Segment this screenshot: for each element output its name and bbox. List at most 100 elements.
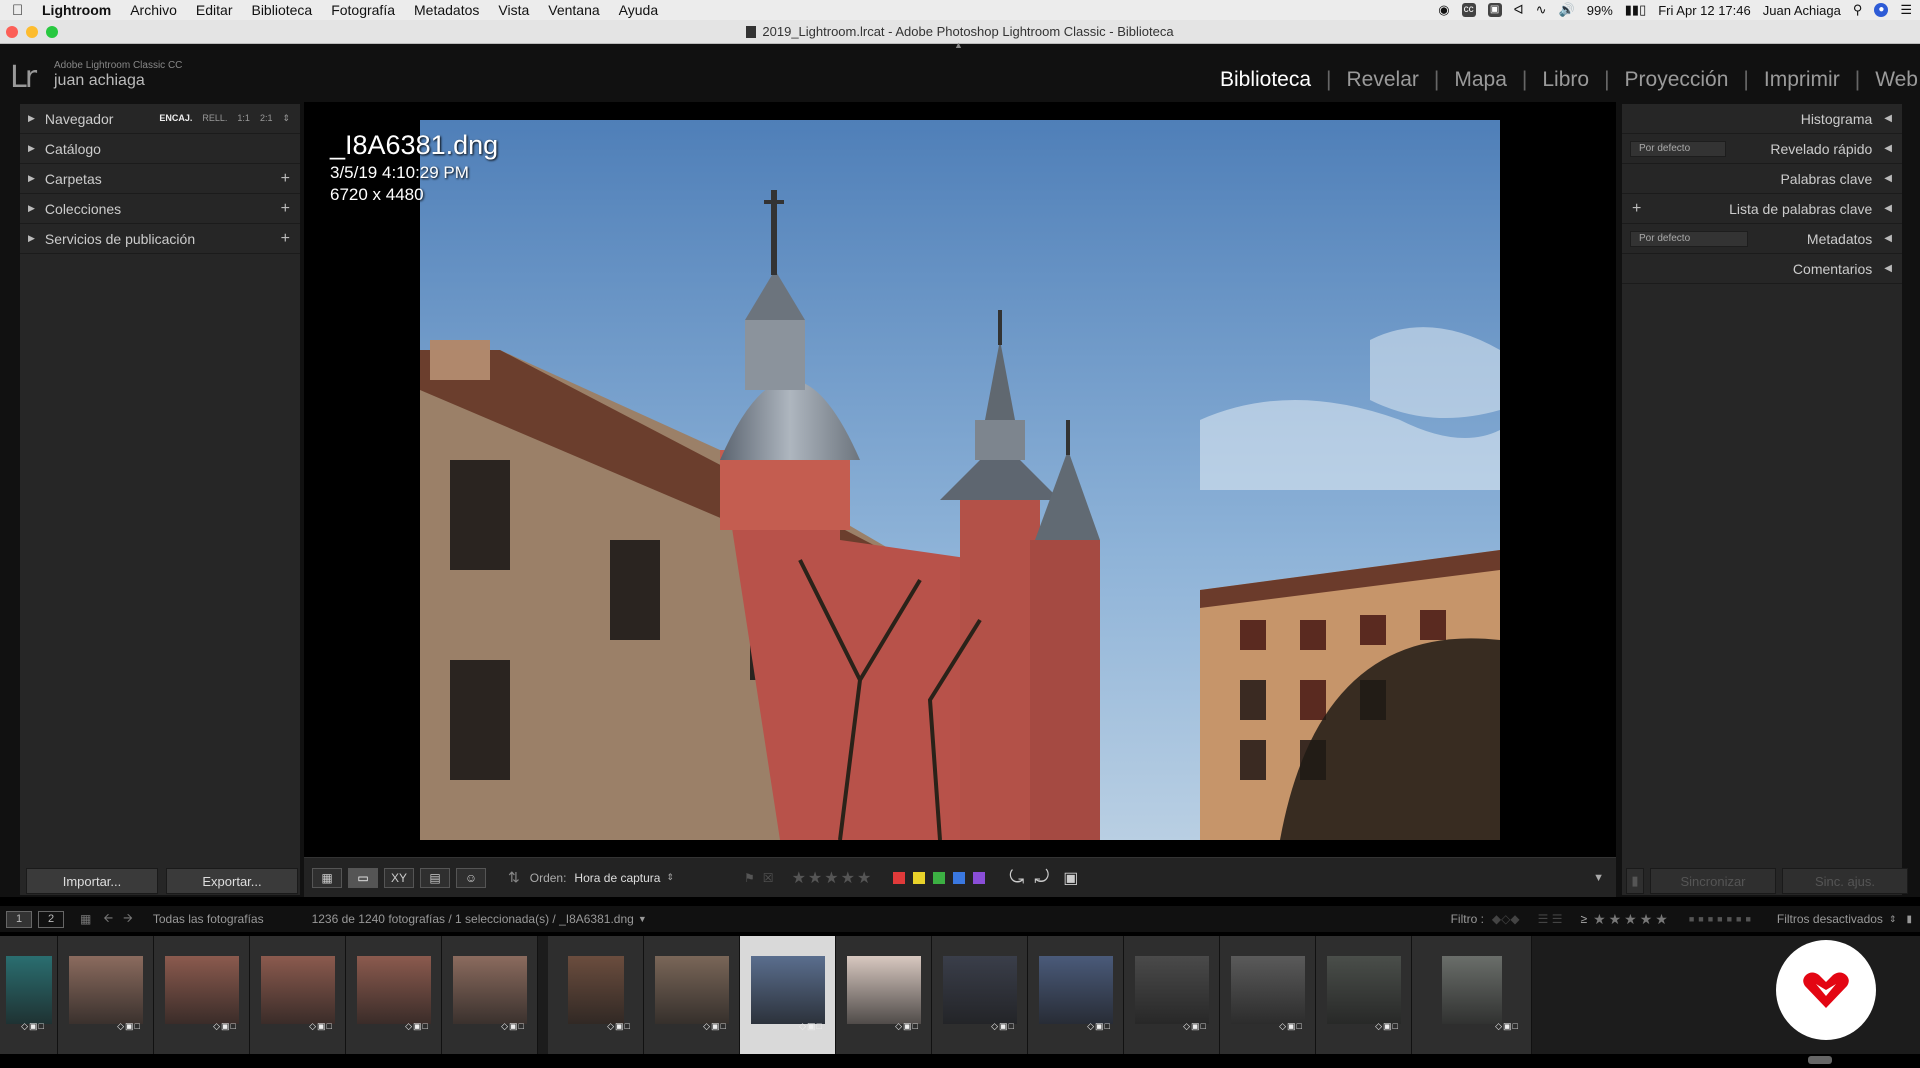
back-arrow-icon[interactable]: 🡨 [103, 909, 113, 930]
survey-view-icon[interactable]: ▤ [420, 867, 450, 888]
filter-status-select[interactable]: Filtros desactivados [1777, 912, 1883, 926]
flag-pick-icon[interactable]: ⚑ [744, 871, 755, 885]
collapse-triangle-icon[interactable]: ◀ [1884, 233, 1892, 244]
zoom-window-button[interactable] [46, 26, 58, 38]
edit-filter-icons[interactable]: ☰ ☰ [1538, 912, 1563, 926]
grid-view-icon[interactable]: ▦ [312, 867, 342, 888]
import-button[interactable]: Importar... [26, 868, 158, 894]
flag-reject-icon[interactable]: ☒ [763, 871, 774, 885]
color-label-yellow[interactable] [913, 871, 926, 884]
filmstrip-thumbnail[interactable]: ◇▣□ [250, 936, 346, 1054]
sync-settings-button[interactable]: Sinc. ajus. [1782, 868, 1908, 894]
filmstrip-thumbnail[interactable]: ◇▣□ [1412, 936, 1532, 1054]
expand-triangle-icon[interactable]: ▶ [28, 143, 35, 154]
comments-section[interactable]: Comentarios ◀ [1622, 254, 1902, 284]
sort-chevron-icon[interactable]: ⇕ [666, 872, 674, 883]
spotlight-search-icon[interactable]: ⚲ [1853, 2, 1863, 18]
expand-triangle-icon[interactable]: ▶ [28, 173, 35, 184]
bluetooth-icon[interactable]: ᐊ [1514, 2, 1524, 18]
filmstrip-thumbnail[interactable]: ◇▣□ [644, 936, 740, 1054]
filmstrip-thumbnail[interactable]: ◇▣□ [1124, 936, 1220, 1054]
menu-biblioteca[interactable]: Biblioteca [251, 2, 312, 18]
filter-lock-icon[interactable]: ▮ [1906, 914, 1912, 925]
metadata-section[interactable]: Por defecto Metadatos ◀ [1622, 224, 1902, 254]
expand-triangle-icon[interactable]: ▶ [28, 113, 35, 124]
clock[interactable]: Fri Apr 12 17:46 [1658, 3, 1751, 18]
filmstrip-thumbnail[interactable]: ◇▣□ [442, 936, 538, 1054]
filmstrip-source-chevron-icon[interactable]: ▼ [638, 914, 647, 924]
filmstrip-thumbnail[interactable]: ◇▣□ [1220, 936, 1316, 1054]
keyword-list-section[interactable]: + Lista de palabras clave ◀ [1622, 194, 1902, 224]
notification-center-icon[interactable]: ☰ [1900, 2, 1912, 18]
apple-icon[interactable]:  [12, 2, 28, 19]
navigator-section[interactable]: ▶ Navegador ENCAJ. RELL. 1:1 2:1 ⇕ [20, 104, 300, 134]
module-imprimir[interactable]: Imprimir [1749, 68, 1855, 92]
loupe-view-icon[interactable]: ▭ [348, 867, 378, 888]
add-folder-button[interactable]: + [281, 170, 290, 188]
crop-overlay-icon[interactable]: ▣ [1063, 868, 1078, 888]
grid-shortcut-icon[interactable]: ▦ [80, 912, 91, 926]
main-photo[interactable] [420, 120, 1500, 840]
zoom-fit-option[interactable]: ENCAJ. [159, 113, 192, 124]
toolbar-options-chevron-icon[interactable]: ▼ [1593, 872, 1604, 884]
people-view-icon[interactable]: ☺ [456, 867, 486, 888]
filmstrip-thumbnail[interactable]: ◇▣□ [0, 936, 58, 1054]
filmstrip-thumbnail[interactable]: ◇▣□ [836, 936, 932, 1054]
flag-filter-icons[interactable]: ◆◇◆ [1492, 912, 1520, 926]
catalog-section[interactable]: ▶ Catálogo [20, 134, 300, 164]
collapse-triangle-icon[interactable]: ◀ [1884, 143, 1892, 154]
rotate-right-icon[interactable]: ⤾ [1034, 867, 1049, 888]
compare-view-icon[interactable]: XY [384, 867, 414, 888]
collapse-triangle-icon[interactable]: ◀ [1884, 203, 1892, 214]
menu-ayuda[interactable]: Ayuda [619, 2, 658, 18]
module-proyeccion[interactable]: Proyección [1610, 68, 1744, 92]
volume-icon[interactable]: 🔊 [1559, 2, 1575, 18]
rotate-left-icon[interactable]: ⤿ [1009, 867, 1024, 888]
color-label-blue[interactable] [953, 871, 966, 884]
keywording-section[interactable]: Palabras clave ◀ [1622, 164, 1902, 194]
zoom-1-1-option[interactable]: 1:1 [237, 113, 250, 124]
secondary-window-button[interactable]: 2 [38, 910, 64, 928]
filmstrip-thumbnail[interactable]: ◇▣□ [740, 936, 836, 1054]
filmstrip-thumbnail[interactable]: ◇▣□ [154, 936, 250, 1054]
creative-cloud-icon[interactable]: cc [1461, 3, 1476, 17]
module-revelar[interactable]: Revelar [1332, 68, 1434, 92]
expand-triangle-icon[interactable]: ▶ [28, 233, 35, 244]
color-filter-dots[interactable]: ■■■■■■■ [1689, 914, 1755, 924]
export-button[interactable]: Exportar... [166, 868, 298, 894]
filter-status-chevron-icon[interactable]: ⇕ [1889, 914, 1897, 925]
collapse-top-panel-icon[interactable]: ▲ [954, 40, 963, 50]
quick-develop-section[interactable]: Por defecto Revelado rápido ◀ [1622, 134, 1902, 164]
main-window-button[interactable]: 1 [6, 910, 32, 928]
battery-icon[interactable]: ▮▮▯ [1625, 2, 1646, 18]
menu-ventana[interactable]: Ventana [548, 2, 599, 18]
folders-section[interactable]: ▶ Carpetas + [20, 164, 300, 194]
display-icon[interactable]: ▣ [1487, 3, 1502, 17]
module-mapa[interactable]: Mapa [1439, 68, 1522, 92]
sync-button[interactable]: Sincronizar [1650, 868, 1776, 894]
filmstrip-scroll-thumb[interactable] [1808, 1056, 1832, 1064]
rating-filter-operator[interactable]: ≥ [1580, 912, 1587, 926]
color-label-green[interactable] [933, 871, 946, 884]
filmstrip[interactable]: ◇▣□ ◇▣□ ◇▣□ ◇▣□ ◇▣□ ◇▣□ ◇▣□ ◇▣□ ◇▣□ ◇▣□ ◇▣□ ◇▣□ ◇▣□ ◇… [0, 936, 1920, 1054]
record-icon[interactable]: ◉ [1438, 2, 1449, 18]
histogram-section[interactable]: Histograma ◀ [1622, 104, 1902, 134]
filmstrip-thumbnail[interactable]: ◇▣□ [548, 936, 644, 1054]
publish-services-section[interactable]: ▶ Servicios de publicación + [20, 224, 300, 254]
menu-vista[interactable]: Vista [498, 2, 529, 18]
close-window-button[interactable] [6, 26, 18, 38]
collapse-triangle-icon[interactable]: ◀ [1884, 173, 1892, 184]
sort-direction-icon[interactable]: ⇅ [508, 869, 520, 886]
menu-archivo[interactable]: Archivo [130, 2, 177, 18]
minimize-window-button[interactable] [26, 26, 38, 38]
filmstrip-thumbnail[interactable]: ◇▣□ [1028, 936, 1124, 1054]
siri-icon[interactable]: ● [1874, 3, 1889, 17]
loupe-view[interactable]: _I8A6381.dng 3/5/19 4:10:29 PM 6720 x 44… [304, 102, 1616, 857]
module-libro[interactable]: Libro [1527, 68, 1604, 92]
add-keyword-button[interactable]: + [1632, 200, 1641, 218]
filmstrip-thumbnail[interactable]: ◇▣□ [346, 936, 442, 1054]
add-publish-service-button[interactable]: + [281, 230, 290, 248]
zoom-stepper-icon[interactable]: ⇕ [282, 113, 290, 124]
filmstrip-thumbnail[interactable]: ◇▣□ [932, 936, 1028, 1054]
rating-filter-stars[interactable]: ★★★★★ [1593, 911, 1671, 928]
